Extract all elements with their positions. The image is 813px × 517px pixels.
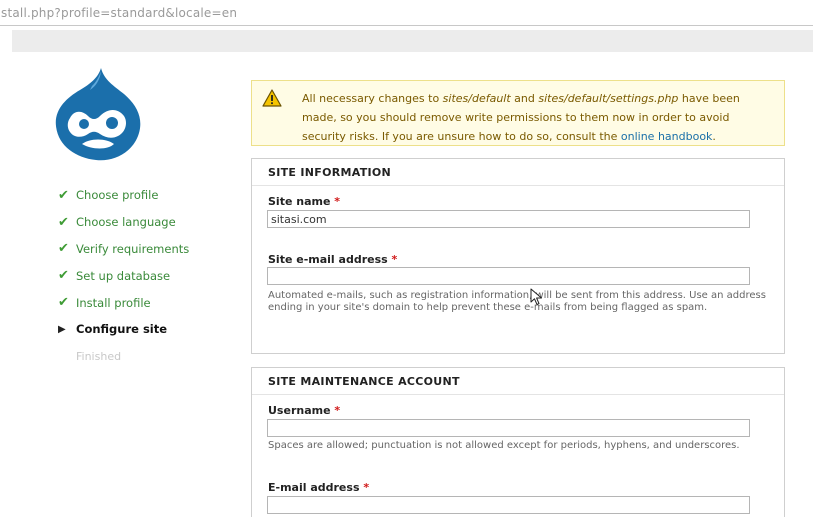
username-label: Username * — [268, 404, 341, 417]
install-steps-list: ✔ Choose profile ✔ Choose language ✔ Verify… — [58, 182, 189, 370]
divider — [252, 394, 784, 395]
drupal-logo-icon — [55, 68, 141, 161]
path-settings-php: sites/default/settings.php — [538, 92, 679, 105]
check-icon: ✔ — [58, 241, 69, 257]
site-email-input[interactable] — [267, 267, 750, 285]
check-icon: ✔ — [58, 295, 69, 311]
username-input[interactable] — [267, 419, 750, 437]
step-label: Set up database — [76, 268, 171, 283]
site-name-input[interactable] — [267, 210, 750, 228]
warning-message: All necessary changes to sites/default a… — [251, 80, 785, 146]
required-marker: * — [391, 253, 398, 266]
step-finished: Finished — [58, 343, 189, 370]
site-email-description: Automated e-mails, such as registration … — [268, 290, 766, 313]
mouse-pointer-icon — [530, 288, 542, 305]
step-label: Verify requirements — [76, 241, 190, 256]
step-choose-language: ✔ Choose language — [58, 209, 189, 236]
warning-text: All necessary changes to sites/default a… — [302, 92, 740, 143]
step-label: Configure site — [76, 322, 168, 337]
step-configure-site: ▶ Configure site — [58, 316, 189, 343]
divider — [252, 185, 784, 186]
step-label: Choose language — [76, 215, 176, 230]
step-label: Install profile — [76, 295, 151, 310]
required-marker: * — [334, 404, 341, 417]
step-install-profile: ✔ Install profile — [58, 289, 189, 316]
site-name-label: Site name * — [268, 195, 341, 208]
step-verify-requirements: ✔ Verify requirements — [58, 236, 189, 263]
page-toolbar — [12, 30, 813, 52]
site-email-label: Site e-mail address * — [268, 253, 398, 266]
online-handbook-link[interactable]: online handbook — [621, 130, 713, 143]
step-choose-profile: ✔ Choose profile — [58, 182, 189, 209]
fieldset-legend: SITE INFORMATION — [268, 166, 392, 179]
current-step-arrow-icon: ▶ — [58, 323, 66, 335]
address-bar[interactable]: stall.php?profile=standard&locale=en — [0, 0, 813, 26]
site-maintenance-account-fieldset: SITE MAINTENANCE ACCOUNT Username * Spac… — [251, 367, 785, 517]
warning-triangle-icon — [262, 89, 282, 107]
required-marker: * — [334, 195, 341, 208]
username-description: Spaces are allowed; punctuation is not a… — [268, 440, 740, 451]
url-text[interactable]: stall.php?profile=standard&locale=en — [1, 6, 237, 20]
email-address-label: E-mail address * — [268, 481, 370, 494]
check-icon: ✔ — [58, 268, 69, 284]
step-set-up-database: ✔ Set up database — [58, 262, 189, 289]
step-label: Finished — [76, 349, 122, 363]
step-label: Choose profile — [76, 188, 159, 203]
required-marker: * — [363, 481, 370, 494]
email-address-input[interactable] — [267, 496, 750, 514]
path-sites-default: sites/default — [442, 92, 511, 105]
check-icon: ✔ — [58, 214, 69, 230]
fieldset-legend: SITE MAINTENANCE ACCOUNT — [268, 375, 460, 388]
site-information-fieldset: SITE INFORMATION Site name * Site e-mail… — [251, 158, 785, 354]
check-icon: ✔ — [58, 187, 69, 203]
